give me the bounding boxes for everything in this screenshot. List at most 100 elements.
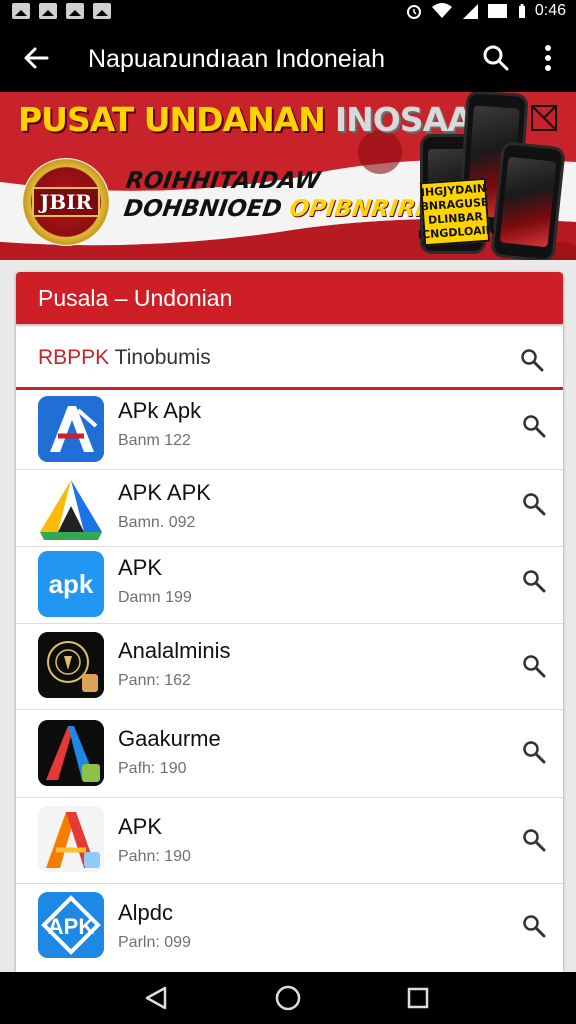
phone-image <box>490 140 566 260</box>
search-icon <box>523 915 546 938</box>
search-button[interactable] <box>476 38 516 78</box>
banner-tagline-2: DOHBNIOED OPIBNRIRIAS! <box>122 196 470 222</box>
recents-square-icon <box>407 987 429 1009</box>
screen: 0:46 Napuaռundıaan Indoneiah PUSAT UNDAN… <box>0 0 576 1024</box>
list-item[interactable]: APK Pahn: 190 <box>16 798 563 884</box>
sync-notification-icon <box>66 3 84 19</box>
svg-text:APK: APK <box>48 914 95 939</box>
app-name: Analalminis <box>118 638 231 663</box>
app-icon: apk <box>38 551 104 617</box>
wifi-icon <box>431 3 452 18</box>
notification-icons <box>12 3 111 19</box>
app-list: APk Apk Banm 122 APK APK Bamn. 092 apk A… <box>16 390 563 972</box>
app-name: APK <box>118 555 163 580</box>
search-query: RBPPK Tinobumis <box>38 346 211 370</box>
app-name: Gaakurme <box>118 726 221 751</box>
more-vert-icon <box>545 45 551 71</box>
item-search-button[interactable] <box>518 410 550 442</box>
banner-headline: PUSAT UNDANAN INOSAA <box>18 100 473 139</box>
battery-icon <box>518 4 525 18</box>
nav-recents-button[interactable] <box>394 980 442 1016</box>
banner-close-button[interactable] <box>528 102 560 134</box>
promo-banner[interactable]: PUSAT UNDANAN INOSAA JBIR ROIHHITAIDAW DO… <box>0 92 576 260</box>
search-field[interactable]: RBPPK Tinobumis <box>16 332 563 390</box>
app-icon: APK <box>38 892 104 958</box>
arrow-back-icon <box>24 47 49 69</box>
app-subtitle: Parln: 099 <box>118 934 191 951</box>
app-icon <box>38 720 104 786</box>
back-button[interactable] <box>16 38 56 78</box>
list-item[interactable]: Gaakurme Pafh: 190 <box>16 710 563 798</box>
list-item[interactable]: APk Apk Banm 122 <box>16 390 563 470</box>
app-name: Alpdc <box>118 900 174 925</box>
list-item[interactable]: apk APK Damn 199 <box>16 547 563 624</box>
app-subtitle: Banm 122 <box>118 432 191 449</box>
red-blue-a-icon <box>38 720 104 786</box>
app-subtitle: Damn 199 <box>118 589 192 606</box>
app-icon <box>38 476 104 542</box>
seal-emblem-icon <box>38 632 104 698</box>
nav-home-button[interactable] <box>264 980 312 1016</box>
photo-notification-icon <box>93 3 111 19</box>
search-icon <box>521 349 544 372</box>
alarm-icon <box>406 5 421 19</box>
clock: 0:46 <box>534 2 566 19</box>
card-header: Pusala – Undonian <box>16 272 563 324</box>
item-search-button[interactable] <box>518 910 550 942</box>
apk-a-icon <box>38 396 104 462</box>
apk-text-icon: apk <box>38 551 104 617</box>
seal-logo: JBIR <box>22 158 110 246</box>
item-search-button[interactable] <box>518 650 550 682</box>
list-item[interactable]: APK Alpdc Parln: 099 <box>16 884 563 972</box>
system-icons: 0:46 <box>405 2 566 20</box>
banner-tagline-1: ROIHHITAIDAW <box>124 168 322 194</box>
list-item[interactable]: Analalminis Pann: 162 <box>16 624 563 710</box>
phone-screen <box>499 156 557 248</box>
app-bar: Napuaռundıaan Indoneiah <box>0 24 576 92</box>
nav-back-button[interactable] <box>132 980 180 1016</box>
svg-text:apk: apk <box>49 569 94 599</box>
signal-icon <box>462 4 478 19</box>
search-icon <box>523 493 546 516</box>
status-bar: 0:46 <box>0 0 576 24</box>
image-notification-icon <box>39 3 57 19</box>
banner-headline-text: PUSAT UNDANAN <box>18 100 326 139</box>
app-name: APk Apk <box>118 398 202 423</box>
app-icon <box>38 396 104 462</box>
orange-a-icon <box>38 806 104 872</box>
close-box-icon <box>531 105 557 131</box>
image-notification-icon <box>12 3 30 19</box>
search-query-prefix: RBPPK <box>38 346 110 369</box>
item-search-button[interactable] <box>518 736 550 768</box>
app-icon <box>38 806 104 872</box>
app-name: APK <box>118 814 163 839</box>
app-subtitle: Pahn: 190 <box>118 848 191 865</box>
app-subtitle: Pann: 162 <box>118 672 191 689</box>
search-icon <box>523 570 546 593</box>
app-name: APK APK <box>118 480 211 505</box>
banner-tagline-2-text: DOHBNIOED <box>122 196 284 222</box>
sticker-label: IHGJYDAIN BNRAGUSE DLINBAR ICNGDLOAIN <box>418 177 495 247</box>
item-search-button[interactable] <box>518 488 550 520</box>
search-icon <box>523 829 546 852</box>
results-card: Pusala – Undonian RBPPK Tinobumis APk Ap… <box>16 272 563 972</box>
apk-badge-icon: APK <box>38 892 104 958</box>
search-icon <box>523 655 546 678</box>
search-submit-button[interactable] <box>516 344 548 376</box>
search-icon <box>483 45 509 71</box>
app-icon <box>38 632 104 698</box>
item-search-button[interactable] <box>518 824 550 856</box>
item-search-button[interactable] <box>518 565 550 597</box>
more-options-button[interactable] <box>530 38 566 78</box>
battery-icon <box>487 4 507 18</box>
card-title: Pusala – Undonian <box>38 285 233 311</box>
seal-text: JBIR <box>31 187 101 217</box>
search-query-text: Tinobumis <box>114 346 211 369</box>
list-item[interactable]: APK APK Bamn. 092 <box>16 470 563 547</box>
search-icon <box>523 415 546 438</box>
app-subtitle: Pafh: 190 <box>118 760 187 777</box>
back-triangle-icon <box>145 986 167 1010</box>
system-nav-bar <box>0 972 576 1024</box>
tri-color-a-icon <box>40 480 102 540</box>
app-subtitle: Bamn. 092 <box>118 514 196 531</box>
